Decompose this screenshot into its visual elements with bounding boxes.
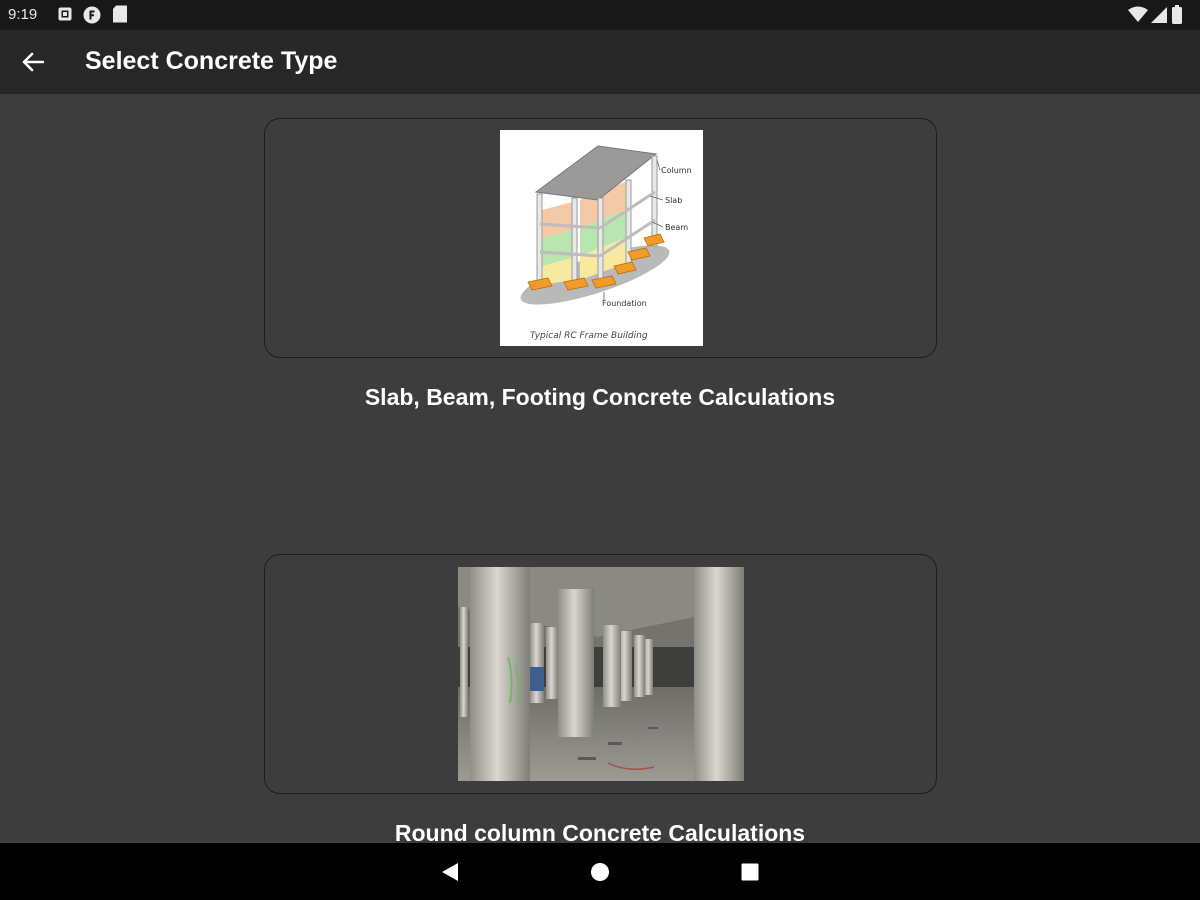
back-button[interactable] [12, 42, 54, 82]
rc-frame-building-image: Column Slab Beam Foundation Typical RC F… [500, 130, 703, 346]
foundation-label: Foundation [602, 299, 647, 308]
round-columns-photo [458, 567, 744, 781]
back-triangle-icon [442, 863, 458, 881]
round-column-card[interactable] [264, 554, 937, 794]
notification-a-icon [58, 7, 72, 21]
signal-icon [1151, 7, 1167, 23]
navigation-bar [0, 843, 1200, 900]
home-circle-icon [591, 863, 609, 881]
slab-label: Slab [665, 196, 682, 205]
recents-square-icon [741, 863, 759, 881]
nav-recents-button[interactable] [730, 855, 770, 889]
diagram-title: Typical RC Frame Building [530, 331, 648, 341]
status-time: 9:19 [8, 6, 38, 23]
notification-f-icon [83, 6, 101, 24]
beam-label: Beam [665, 223, 688, 232]
battery-icon [1172, 5, 1182, 24]
arrow-left-icon [22, 52, 44, 72]
nav-home-button[interactable] [580, 855, 620, 889]
nav-back-button[interactable] [430, 855, 470, 889]
sd-card-icon [113, 5, 127, 23]
status-bar: 9:19 [0, 0, 1200, 30]
slab-beam-footing-caption[interactable]: Slab, Beam, Footing Concrete Calculation… [0, 384, 1200, 411]
wifi-icon [1128, 6, 1148, 22]
page-title: Select Concrete Type [85, 47, 338, 75]
app-bar: Select Concrete Type [0, 30, 1200, 94]
slab-beam-footing-card[interactable]: Column Slab Beam Foundation Typical RC F… [264, 118, 937, 358]
column-label: Column [661, 166, 692, 175]
